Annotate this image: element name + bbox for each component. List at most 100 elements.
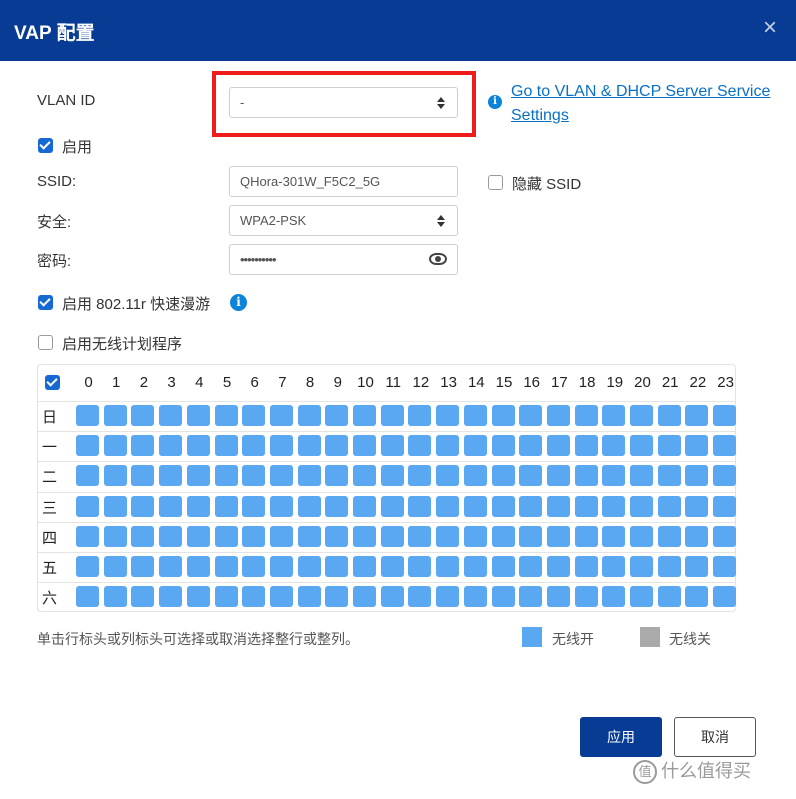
schedule-cell[interactable] xyxy=(325,405,349,426)
schedule-cell[interactable] xyxy=(602,465,626,487)
schedule-cell[interactable] xyxy=(131,525,155,547)
hour-header[interactable]: 4 xyxy=(186,374,213,391)
schedule-cell[interactable] xyxy=(519,586,543,608)
schedule-cell[interactable] xyxy=(685,465,709,487)
schedule-cell[interactable] xyxy=(408,525,432,547)
schedule-cell[interactable] xyxy=(713,495,737,517)
schedule-cell[interactable] xyxy=(602,495,626,517)
close-icon[interactable]: × xyxy=(758,14,782,42)
schedule-cell[interactable] xyxy=(131,405,155,426)
schedule-cell[interactable] xyxy=(325,525,349,547)
schedule-cell[interactable] xyxy=(546,556,570,577)
day-header[interactable]: 五 xyxy=(42,557,57,578)
schedule-cell[interactable] xyxy=(685,405,709,426)
schedule-cell[interactable] xyxy=(76,556,99,577)
hour-header[interactable]: 17 xyxy=(546,374,573,391)
schedule-cell[interactable] xyxy=(186,556,210,577)
apply-button[interactable]: 应用 xyxy=(580,717,662,757)
schedule-cell[interactable] xyxy=(574,405,598,426)
schedule-cell[interactable] xyxy=(353,405,376,426)
schedule-cell[interactable] xyxy=(297,586,321,608)
schedule-cell[interactable] xyxy=(380,435,404,457)
schedule-cell[interactable] xyxy=(408,586,432,608)
schedule-cell[interactable] xyxy=(103,435,127,457)
schedule-cell[interactable] xyxy=(297,556,321,577)
schedule-cell[interactable] xyxy=(491,525,515,547)
cancel-button[interactable]: 取消 xyxy=(674,717,756,757)
security-select[interactable]: WPA2-PSK xyxy=(229,205,458,236)
day-header[interactable]: 日 xyxy=(42,406,57,427)
schedule-cell[interactable] xyxy=(519,405,543,426)
hour-header[interactable]: 23 xyxy=(712,374,739,391)
hour-header[interactable]: 0 xyxy=(75,374,102,391)
schedule-cell[interactable] xyxy=(491,435,515,457)
schedule-cell[interactable] xyxy=(602,556,626,577)
schedule-cell[interactable] xyxy=(159,495,183,517)
hour-header[interactable]: 11 xyxy=(380,374,407,391)
schedule-cell[interactable] xyxy=(76,586,99,608)
vlan-id-select[interactable]: - xyxy=(229,87,458,118)
schedule-cell[interactable] xyxy=(103,495,127,517)
schedule-cell[interactable] xyxy=(685,586,709,608)
schedule-cell[interactable] xyxy=(242,465,266,487)
schedule-cell[interactable] xyxy=(269,405,293,426)
schedule-cell[interactable] xyxy=(713,556,737,577)
schedule-cell[interactable] xyxy=(463,405,487,426)
schedule-cell[interactable] xyxy=(242,495,266,517)
schedule-cell[interactable] xyxy=(436,435,460,457)
schedule-cell[interactable] xyxy=(380,405,404,426)
schedule-cell[interactable] xyxy=(519,465,543,487)
schedule-cell[interactable] xyxy=(325,435,349,457)
eye-icon[interactable] xyxy=(429,253,447,265)
schedule-cell[interactable] xyxy=(546,525,570,547)
schedule-cell[interactable] xyxy=(76,435,99,457)
schedule-cell[interactable] xyxy=(436,556,460,577)
schedule-cell[interactable] xyxy=(491,586,515,608)
schedule-cell[interactable] xyxy=(602,586,626,608)
schedule-cell[interactable] xyxy=(574,525,598,547)
schedule-cell[interactable] xyxy=(380,586,404,608)
schedule-cell[interactable] xyxy=(297,495,321,517)
schedule-cell[interactable] xyxy=(408,405,432,426)
wireless-schedule-checkbox[interactable] xyxy=(38,335,53,350)
schedule-cell[interactable] xyxy=(76,525,99,547)
schedule-cell[interactable] xyxy=(408,556,432,577)
schedule-cell[interactable] xyxy=(159,556,183,577)
schedule-cell[interactable] xyxy=(491,556,515,577)
schedule-cell[interactable] xyxy=(297,405,321,426)
schedule-cell[interactable] xyxy=(546,495,570,517)
schedule-cell[interactable] xyxy=(214,525,238,547)
schedule-cell[interactable] xyxy=(602,525,626,547)
select-all-checkbox[interactable] xyxy=(45,375,60,390)
schedule-cell[interactable] xyxy=(103,586,127,608)
schedule-cell[interactable] xyxy=(685,556,709,577)
hour-header[interactable]: 12 xyxy=(407,374,434,391)
vlan-dhcp-settings-link[interactable]: Go to VLAN & DHCP Server Service Setting… xyxy=(511,80,776,128)
schedule-cell[interactable] xyxy=(491,495,515,517)
hour-header[interactable]: 3 xyxy=(158,374,185,391)
day-header[interactable]: 二 xyxy=(42,466,57,487)
schedule-cell[interactable] xyxy=(325,465,349,487)
schedule-cell[interactable] xyxy=(602,405,626,426)
schedule-cell[interactable] xyxy=(159,525,183,547)
schedule-cell[interactable] xyxy=(685,495,709,517)
schedule-cell[interactable] xyxy=(436,525,460,547)
schedule-cell[interactable] xyxy=(657,586,681,608)
schedule-cell[interactable] xyxy=(297,435,321,457)
schedule-cell[interactable] xyxy=(630,405,653,426)
schedule-cell[interactable] xyxy=(436,586,460,608)
schedule-cell[interactable] xyxy=(491,465,515,487)
schedule-cell[interactable] xyxy=(214,556,238,577)
schedule-cell[interactable] xyxy=(574,465,598,487)
schedule-cell[interactable] xyxy=(325,556,349,577)
schedule-cell[interactable] xyxy=(519,495,543,517)
schedule-cell[interactable] xyxy=(76,495,99,517)
schedule-cell[interactable] xyxy=(214,586,238,608)
hour-header[interactable]: 16 xyxy=(518,374,545,391)
schedule-cell[interactable] xyxy=(103,556,127,577)
schedule-cell[interactable] xyxy=(657,435,681,457)
hour-header[interactable]: 2 xyxy=(130,374,157,391)
schedule-cell[interactable] xyxy=(242,556,266,577)
schedule-cell[interactable] xyxy=(186,525,210,547)
day-header[interactable]: 三 xyxy=(42,497,57,518)
